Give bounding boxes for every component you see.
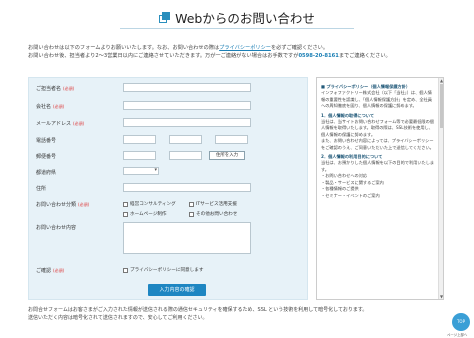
category-option-web[interactable]: ホームページ制作 bbox=[123, 211, 167, 217]
window-icon bbox=[159, 11, 171, 24]
intro-text: お問い合わせは以下のフォームよりお願いいたします。なお、お問い合わせの際はプライ… bbox=[28, 44, 448, 60]
zip-lookup-button[interactable]: 住所を入力 bbox=[209, 151, 245, 160]
contact-form: ご担当者名 (必須) 会社名 (必須) メールアドレス (必須) 電話番号 郵便番号 … bbox=[28, 77, 308, 300]
email-input[interactable] bbox=[123, 118, 251, 127]
policy-paragraph-3: また、お問い合わせ内容によっては、プライバシーポリシーをご確認のうえ、ご同意いた… bbox=[321, 138, 434, 150]
zip-input-2[interactable] bbox=[169, 151, 202, 160]
intro-line2-a: お問い合わせ後、担当者より2〜3営業日以内にご連絡させていただきます。万が一ご連… bbox=[28, 53, 299, 59]
name-input[interactable] bbox=[123, 83, 251, 92]
content-label: お問い合わせ内容 bbox=[36, 225, 77, 231]
category-option-consulting[interactable]: 経営コンサルティング bbox=[123, 201, 176, 207]
scroll-down-arrow-icon[interactable]: ▼ bbox=[439, 294, 443, 299]
category-label: お問い合わせ分類 (必須) bbox=[36, 202, 90, 208]
policy-paragraph-2: 当社は、当サイトお問い合わせフォーム等で必要最低限の個人情報を取得いたします。取… bbox=[321, 119, 434, 137]
phone-input-1[interactable] bbox=[123, 135, 156, 144]
intro-line1-a: お問い合わせは以下のフォームよりお願いいたします。なお、お問い合わせの際は bbox=[28, 45, 220, 51]
policy-paragraph-1: インフォファクトリー株式会社（以下「当社」）は、個人情報の重要性を認識し、「個人… bbox=[321, 90, 432, 109]
content-textarea[interactable] bbox=[123, 222, 251, 254]
required-mark: (必須) bbox=[63, 86, 75, 91]
required-mark: (必須) bbox=[53, 104, 65, 109]
required-mark: (必須) bbox=[73, 121, 85, 126]
back-to-top-label: ページ上部へ bbox=[447, 333, 468, 337]
policy-list-item: ・セミナー・イベントのご案内 bbox=[321, 192, 380, 198]
phone-input-3[interactable] bbox=[215, 135, 248, 144]
name-label: ご担当者名 (必須) bbox=[36, 86, 75, 92]
ssl-note: お問合せフォームはお客さまがご入力された情報が送信される際の通信セキュリティを確… bbox=[28, 306, 448, 322]
privacy-policy-link[interactable]: プライバシーポリシー bbox=[219, 45, 271, 51]
ssl-note-line-2: 送信いただく内容は暗号化されて送信されますので、安心してご利用ください。 bbox=[28, 315, 208, 321]
checkbox[interactable] bbox=[123, 267, 128, 273]
category-option-other[interactable]: その他お問い合わせ bbox=[189, 211, 237, 217]
scroll-thumb[interactable] bbox=[439, 84, 443, 128]
privacy-policy-text: ■ プライバシーポリシー（個人情報保護方針） インフォファクトリー株式会社（以下… bbox=[321, 81, 435, 199]
title-divider bbox=[120, 28, 354, 29]
scroll-up-arrow-icon[interactable]: ▲ bbox=[439, 78, 443, 83]
confirm-label: ご確認 (必須) bbox=[36, 268, 65, 274]
policy-paragraph-4: 当社は、お預かりした個人情報を以下の目的で利用いたします。 bbox=[321, 160, 435, 172]
address-label: 住所 bbox=[36, 186, 47, 192]
checkbox[interactable] bbox=[189, 211, 194, 217]
checkbox[interactable] bbox=[123, 201, 128, 207]
required-mark: (必須) bbox=[78, 202, 90, 207]
phone-label: 電話番号 bbox=[36, 138, 57, 144]
pref-select[interactable] bbox=[123, 167, 159, 175]
pref-label: 都道府県 bbox=[36, 170, 57, 176]
policy-scrollbar[interactable]: ▲ ▼ bbox=[438, 78, 443, 299]
checkbox[interactable] bbox=[189, 201, 194, 207]
zip-label: 郵便番号 bbox=[36, 154, 57, 160]
intro-line1-b: を必ずご確認ください。 bbox=[270, 45, 329, 51]
page-title-wrap: Webからのお問い合わせ bbox=[0, 8, 474, 27]
privacy-policy-box[interactable]: ■ プライバシーポリシー（個人情報保護方針） インフォファクトリー株式会社（以下… bbox=[316, 77, 444, 300]
zip-input-1[interactable] bbox=[123, 151, 156, 160]
confirm-submit-button[interactable]: 入力内容の確認 bbox=[148, 284, 206, 296]
address-input[interactable] bbox=[123, 183, 251, 192]
category-option-it-support[interactable]: ITサービス活用支援 bbox=[189, 201, 237, 207]
email-label: メールアドレス (必須) bbox=[36, 121, 85, 127]
company-input[interactable] bbox=[123, 101, 251, 110]
checkbox[interactable] bbox=[123, 211, 128, 217]
required-mark: (必須) bbox=[53, 268, 65, 273]
page-title: Webからのお問い合わせ bbox=[175, 11, 315, 26]
company-label: 会社名 (必須) bbox=[36, 104, 65, 110]
ssl-note-line-1: お問合せフォームはお客さまがご入力された情報が送信される際の通信セキュリティを確… bbox=[28, 307, 368, 313]
intro-line2-b: までご連絡ください。 bbox=[338, 53, 391, 59]
phone-input-2[interactable] bbox=[169, 135, 202, 144]
privacy-agree-checkbox[interactable]: プライバシーポリシーに同意します bbox=[123, 267, 203, 273]
back-to-top-button[interactable]: TOP bbox=[452, 313, 470, 331]
phone-number-link[interactable]: 0598-20-8161 bbox=[298, 53, 338, 59]
